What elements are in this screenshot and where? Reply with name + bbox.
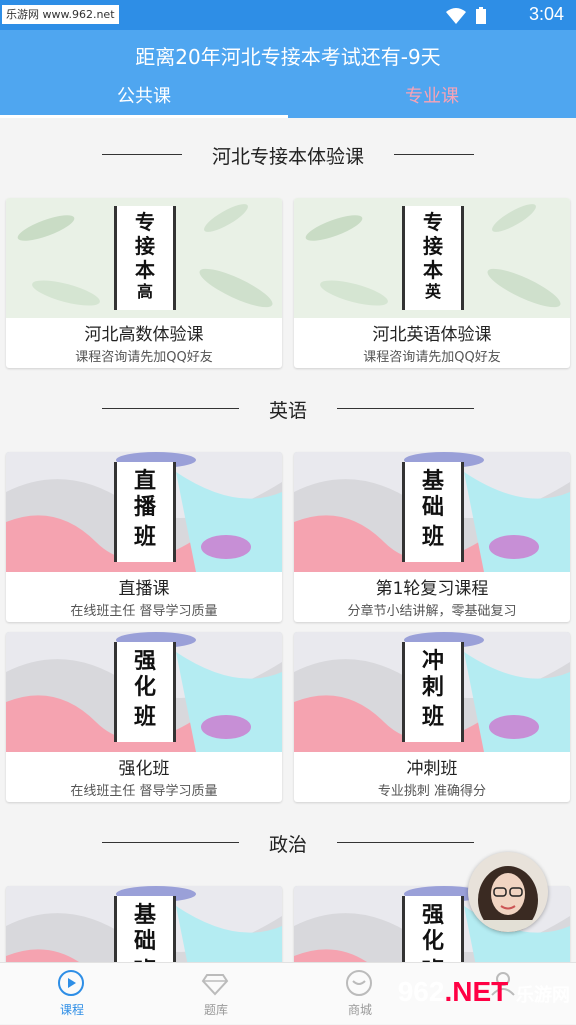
course-card[interactable]: 强 化 班 强化班 在线班主任 督导学习质量 [6,632,282,802]
play-circle-icon [58,970,84,996]
watermark-logo-part: 乐游网 [516,985,570,1005]
badge-text: 接 [135,234,155,258]
course-subtitle: 在线班主任 督导学习质量 [70,784,218,799]
nav-label: 题库 [203,1003,228,1017]
course-subtitle: 课程咨询请先加QQ好友 [75,350,213,365]
course-subtitle: 专业挑刺 准确得分 [377,784,487,799]
badge-text: 化 [421,928,444,954]
course-card[interactable]: 基 础 班 第1轮复习课程 分章节小结讲解，零基础复习 [294,452,570,622]
badge-text: 班 [133,524,156,550]
section-title: 河北专接本体验课 [211,146,364,168]
course-badge: 直 播 班 [114,462,176,562]
course-card[interactable]: 冲 刺 班 冲刺班 专业挑刺 准确得分 [294,632,570,802]
badge-text: 本 [135,258,155,282]
tab-major-course[interactable]: 专业课 [288,78,576,118]
watermark-logo-part: 962 [397,976,445,1007]
badge-text: 基 [133,902,156,928]
course-badge: 强 化 班 [402,896,464,962]
course-badge: 强 化 班 [114,642,176,742]
divider [337,842,474,843]
badge-text: 接 [423,234,443,258]
badge-text: 英 [424,282,441,301]
badge-text: 班 [421,704,444,730]
badge-text: 础 [133,928,156,954]
course-subtitle: 在线班主任 督导学习质量 [70,604,218,619]
course-badge: 专 接 本 英 [402,206,464,310]
course-card[interactable]: 直 播 班 直播课 在线班主任 督导学习质量 [6,452,282,622]
badge-text: 班 [133,704,156,730]
course-list[interactable]: 河北专接本体验课 专 接 本 高 河北高数体验课 课程咨询请先加QQ好友 专 接… [0,118,576,962]
badge-text: 班 [405,954,461,962]
badge-text: 强 [421,902,444,928]
course-subtitle: 分章节小结讲解，零基础复习 [347,604,517,619]
course-title: 第1轮复习课程 [375,579,489,599]
badge-text: 本 [423,258,443,282]
badge-text: 础 [421,494,444,520]
status-bar: 乐游网 www.962.net 3:04 [0,0,576,30]
divider [394,154,474,155]
clock: 3:04 [528,4,564,24]
course-title: 强化班 [118,759,170,779]
course-title: 河北高数体验课 [84,325,204,345]
course-thumbnail: 冲 刺 班 [294,632,570,752]
course-title: 河北英语体验课 [372,325,492,345]
header: 距离20年河北专接本考试还有-9天 公共课 专业课 [0,30,576,118]
course-card[interactable]: 专 接 本 高 河北高数体验课 课程咨询请先加QQ好友 [6,198,282,368]
badge-text: 冲 [421,648,444,674]
course-card[interactable]: 基 础 班 [6,886,282,962]
badge-text: 专 [135,210,155,234]
course-badge: 冲 刺 班 [402,642,464,742]
badge-text: 化 [133,674,156,700]
badge-text: 高 [136,282,153,301]
course-badge: 基 础 班 [114,896,176,962]
section-header: 英语 [0,389,576,429]
course-badge: 基 础 班 [402,462,464,562]
watermark-text: 乐游网 www.962.net [2,5,119,24]
customer-service-avatar[interactable] [468,852,548,932]
status-icons [444,6,504,30]
tab-bar: 公共课 专业课 [0,78,576,118]
course-thumbnail: 专 接 本 高 [6,198,282,318]
divider [337,408,474,409]
nav-label: 课程 [59,1003,84,1017]
watermark-logo-part: .NET [444,976,509,1007]
section-title: 政治 [268,834,307,856]
course-title: 冲刺班 [406,759,458,779]
badge-text: 专 [423,210,443,234]
badge-text: 播 [133,494,156,520]
course-title: 直播课 [118,579,170,599]
badge-text: 班 [421,524,444,550]
course-badge: 专 接 本 高 [114,206,176,310]
badge-text: 刺 [421,674,444,700]
countdown-title: 距离20年河北专接本考试还有-9天 [135,45,441,69]
course-thumbnail: 专 接 本 英 [294,198,570,318]
chat-bubble-icon [346,970,372,996]
avatar-image [478,866,538,932]
badge-text: 直 [133,468,156,494]
wifi-battery-icon [446,7,486,24]
diamond-icon [201,974,229,996]
badge-text: 班 [117,954,173,962]
badge-text: 基 [421,468,444,494]
course-thumbnail: 基 础 班 [6,886,282,962]
course-thumbnail: 直 播 班 [6,452,282,572]
site-watermark-logo: 962.NET 乐游网 [398,976,570,1008]
badge-text: 强 [133,648,156,674]
nav-course[interactable]: 课程 [0,963,144,1025]
section-title: 英语 [268,400,307,422]
section-header: 河北专接本体验课 [0,135,576,175]
tab-public-course[interactable]: 公共课 [0,78,288,118]
nav-question-bank[interactable]: 题库 [144,963,288,1025]
course-thumbnail: 强 化 班 [6,632,282,752]
course-thumbnail: 基 础 班 [294,452,570,572]
course-card[interactable]: 专 接 本 英 河北英语体验课 课程咨询请先加QQ好友 [294,198,570,368]
course-subtitle: 课程咨询请先加QQ好友 [363,350,501,365]
